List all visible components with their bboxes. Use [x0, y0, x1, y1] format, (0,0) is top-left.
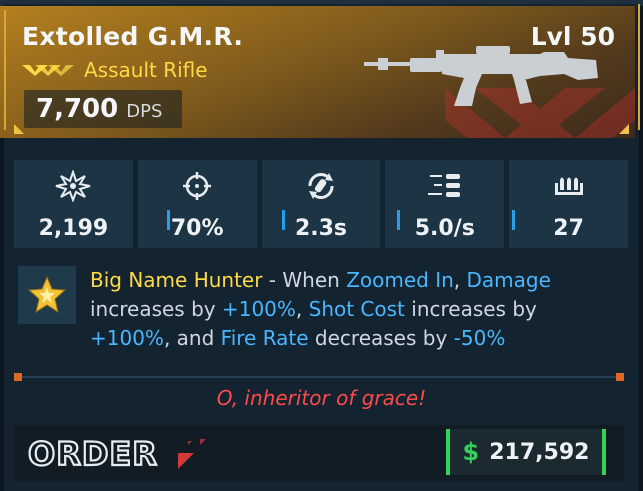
perk-keyword: +100%	[221, 297, 296, 321]
perk-name: Big Name Hunter	[90, 268, 263, 292]
stat-divider	[167, 210, 170, 230]
header-bracket-left	[4, 10, 14, 130]
perk-description: Big Name Hunter - When Zoomed In, Damage…	[90, 266, 610, 353]
perk-keyword: Damage	[466, 268, 551, 292]
stat-fire-rate-value: 5.0/s	[414, 216, 475, 241]
divider-tick-left	[14, 373, 22, 381]
perk-icon-box	[18, 266, 76, 324]
corner-triangle-left	[14, 124, 24, 134]
stat-damage: 2,199	[14, 160, 133, 248]
triple-chevron-rarity-icon	[22, 65, 74, 76]
stat-fire-rate: 5.0/s	[385, 160, 505, 248]
perk-text: increases by	[404, 297, 537, 321]
stat-magazine-value: 27	[553, 216, 584, 241]
flavor-text: O, inheritor of grace!	[216, 386, 427, 410]
stat-divider	[512, 210, 515, 230]
item-type-row: Assault Rifle	[22, 58, 208, 82]
perk-keyword: Shot Cost	[308, 297, 405, 321]
damage-burst-icon	[56, 170, 91, 202]
assault-rifle-icon	[364, 46, 598, 106]
stat-accuracy: 70%	[137, 160, 257, 248]
order-manufacturer-logo: ORDER	[28, 435, 206, 471]
magazine-icon	[554, 177, 583, 195]
item-footer: ORDER $ 217,592	[14, 425, 624, 481]
stat-magazine: 27	[509, 160, 628, 248]
stats-row: 2,199 70% 2.3s 5.0/s 27	[14, 160, 628, 248]
perk-text: - When	[262, 268, 347, 292]
price-box: $ 217,592	[446, 429, 606, 475]
crosshair-accuracy-icon	[183, 172, 212, 200]
stat-divider	[397, 210, 400, 230]
perk-text: ,	[453, 268, 467, 292]
stat-accuracy-value: 70%	[170, 216, 224, 241]
perk-keyword: +100%	[90, 326, 164, 350]
fire-rate-bullets-icon	[427, 174, 460, 197]
reload-icon	[308, 173, 334, 199]
perk-text: increases by	[90, 297, 222, 321]
item-type: Assault Rifle	[84, 58, 208, 82]
price-value: 217,592	[489, 439, 590, 465]
perk-keyword: Zoomed In	[346, 268, 454, 292]
perk-text: , and	[163, 326, 221, 350]
perk-keyword: Fire Rate	[220, 326, 309, 350]
star-perk-icon	[27, 275, 67, 314]
perk-text: decreases by	[308, 326, 454, 350]
stat-divider	[282, 210, 285, 230]
section-divider	[14, 376, 624, 378]
perk-text: ,	[295, 297, 309, 321]
header-bracket-right	[628, 4, 640, 130]
logo-text: ORDER	[28, 435, 158, 471]
stat-reload-value: 2.3s	[294, 216, 348, 241]
divider-tick-right	[616, 373, 624, 381]
corner-triangle-right	[619, 124, 629, 134]
perk-keyword: -50%	[453, 326, 506, 350]
dps-unit: DPS	[126, 101, 163, 122]
dps-value: 7,700	[36, 94, 119, 124]
item-name: Extolled G.M.R.	[22, 22, 244, 51]
stat-damage-value: 2,199	[38, 216, 109, 241]
dps-box: 7,700 DPS	[24, 90, 182, 128]
stat-reload: 2.3s	[261, 160, 381, 248]
currency-icon: $	[462, 438, 480, 466]
